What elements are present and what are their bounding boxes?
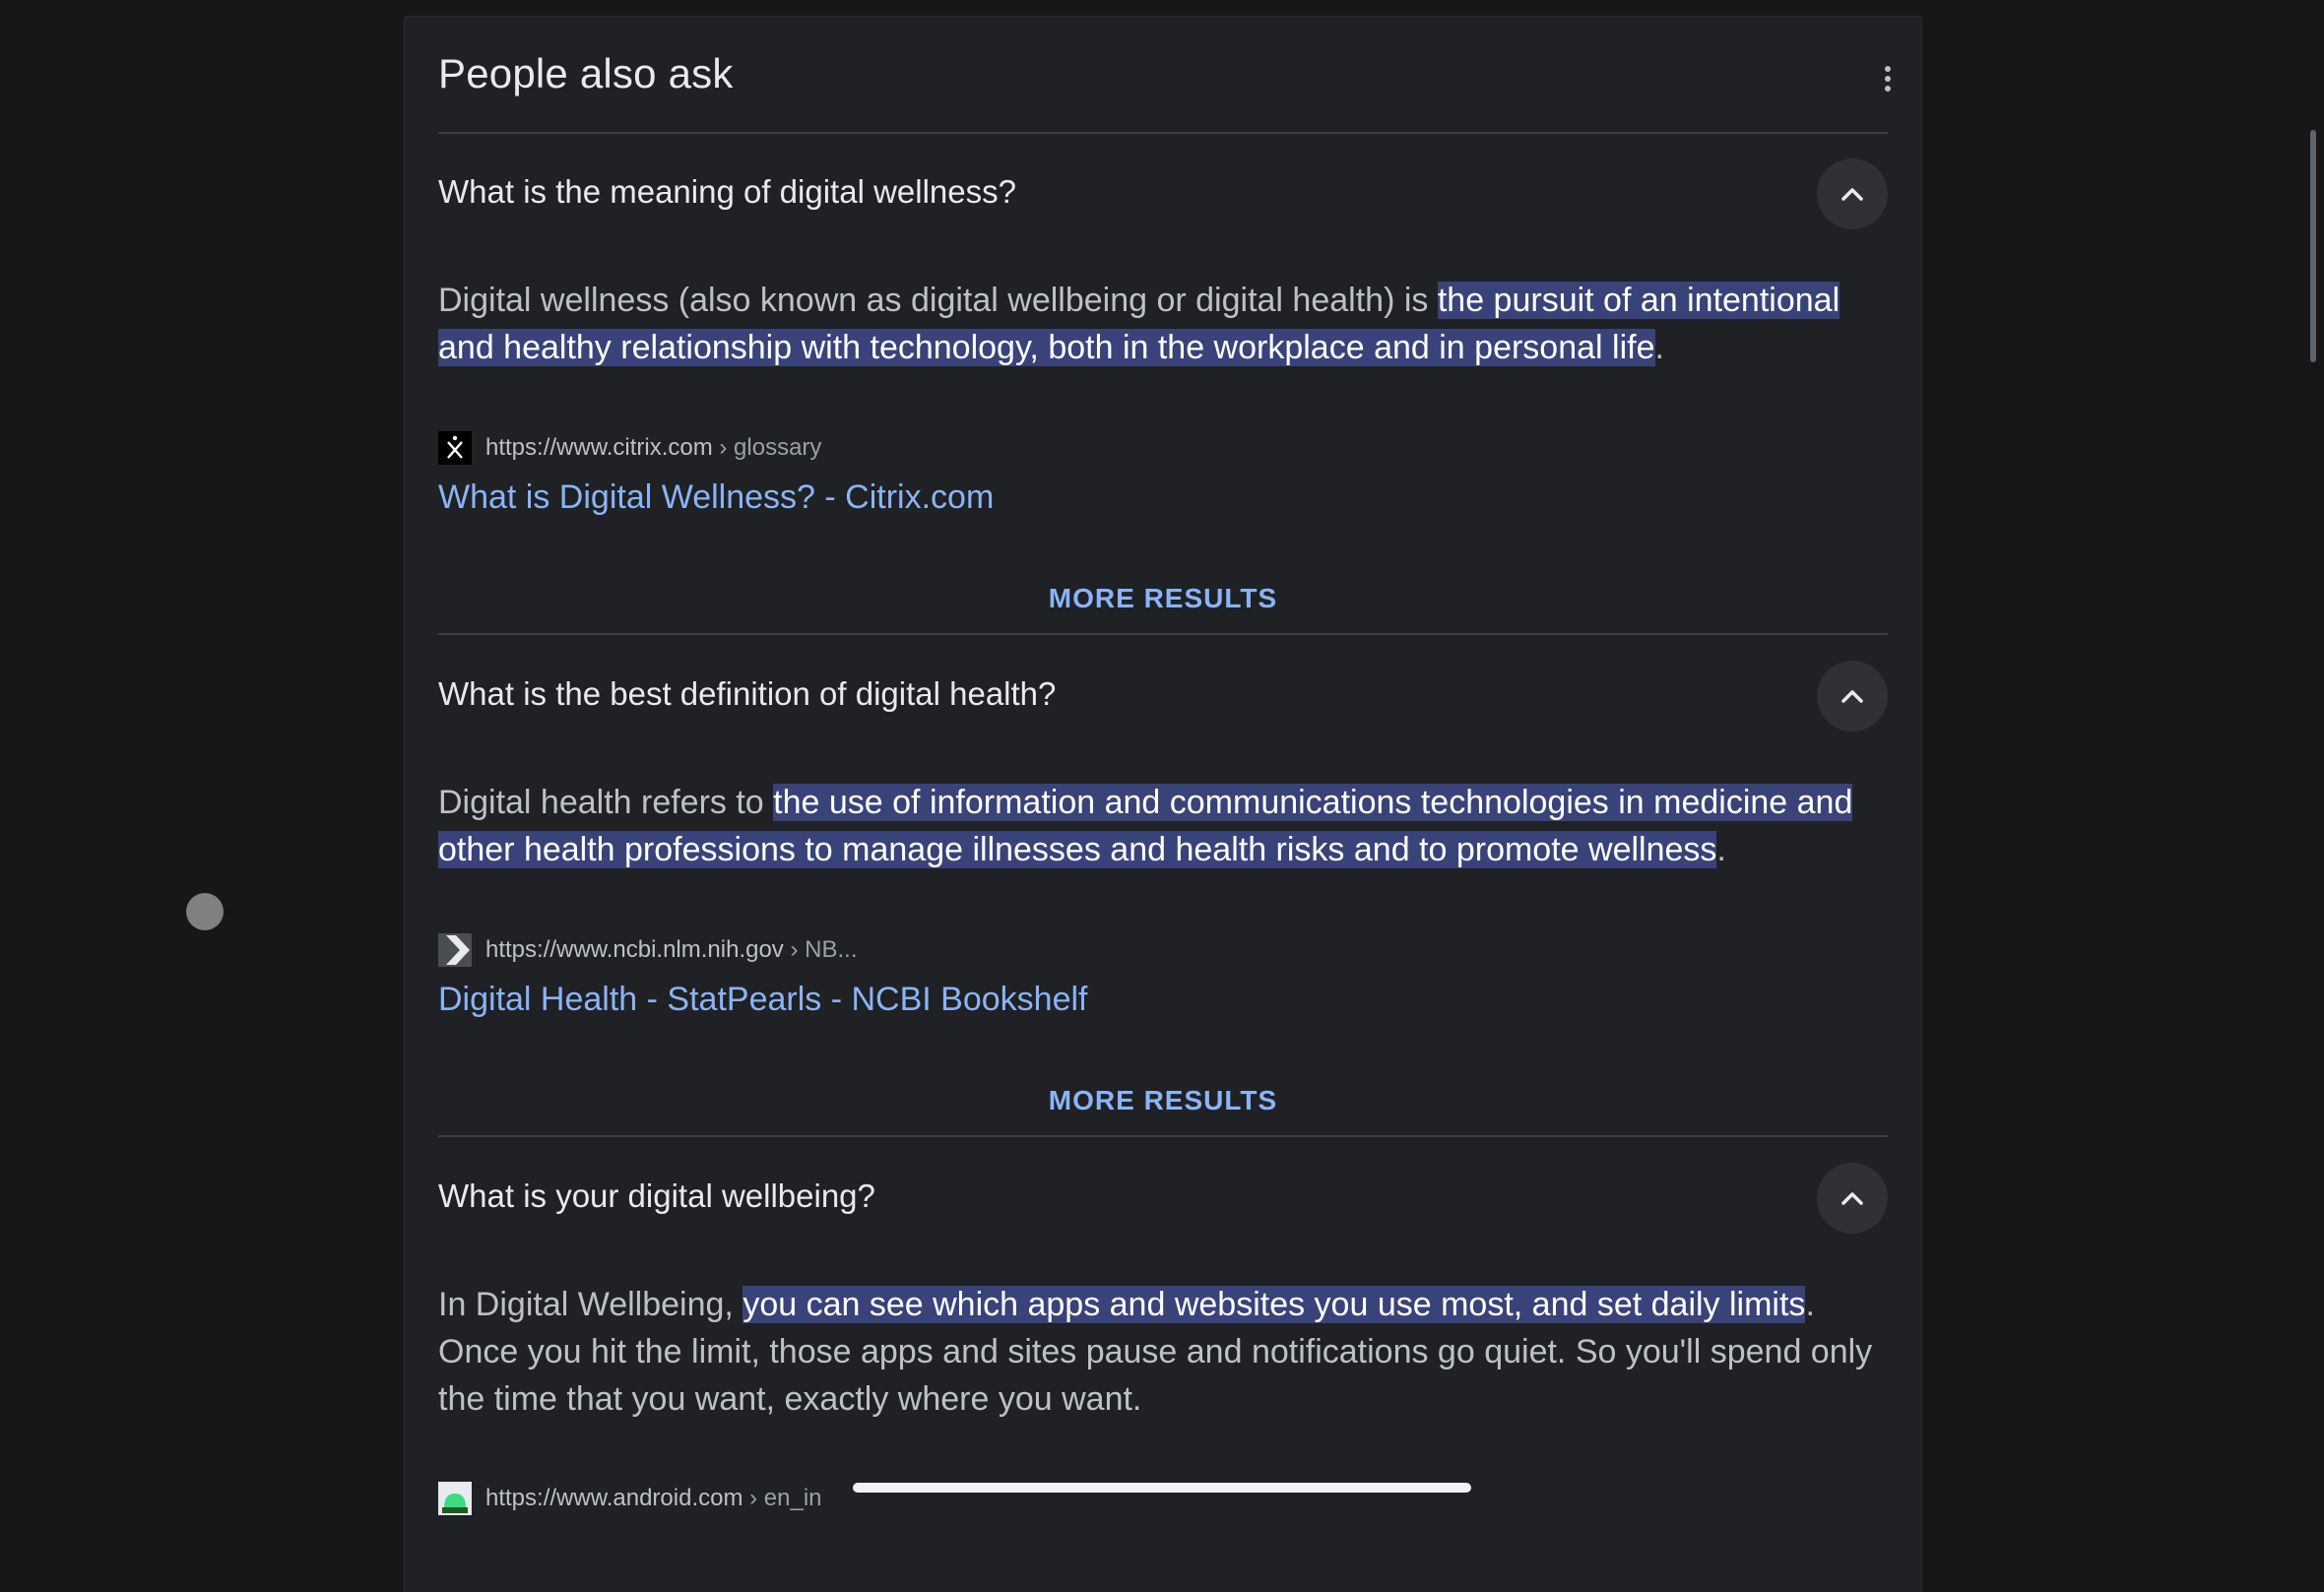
citrix-icon — [438, 431, 472, 465]
divider — [438, 633, 1888, 635]
chevron-up-icon — [1841, 188, 1863, 201]
answer-text: Digital health refers to — [438, 784, 774, 821]
answer-text: . — [1716, 831, 1726, 868]
source-breadcrumb: › glossary — [712, 434, 822, 461]
source-line[interactable]: https://www.ncbi.nlm.nih.gov › NB... — [438, 933, 857, 967]
collapse-chevron-button[interactable] — [1817, 159, 1888, 229]
scrollbar[interactable] — [2310, 130, 2316, 362]
more-results-button[interactable]: MORE RESULTS — [405, 1085, 1921, 1116]
question-text[interactable]: What is the best definition of digital h… — [438, 672, 1056, 716]
more-options-icon[interactable] — [1868, 56, 1907, 115]
chevron-up-icon — [1841, 1192, 1863, 1205]
people-also-ask-card: People also ask What is the meaning of d… — [404, 16, 1922, 1592]
answer-text: . — [1654, 329, 1664, 366]
divider — [438, 1135, 1888, 1137]
question-text[interactable]: What is your digital wellbeing? — [438, 1175, 875, 1218]
result-link[interactable]: What is Digital Wellness? - Citrix.com — [438, 476, 994, 519]
answer-snippet: Digital health refers to the use of info… — [438, 779, 1896, 873]
source-url: https://www.citrix.com — [485, 434, 713, 461]
question-text[interactable]: What is the meaning of digital wellness? — [438, 170, 1016, 214]
source-line[interactable]: https://www.citrix.com › glossary — [438, 431, 821, 465]
touch-indicator — [186, 893, 224, 930]
answer-snippet: In Digital Wellbeing, you can see which … — [438, 1281, 1896, 1423]
result-link[interactable]: Digital Health - StatPearls - NCBI Books… — [438, 978, 1087, 1021]
more-results-button[interactable]: MORE RESULTS — [405, 583, 1921, 614]
source-url: https://www.ncbi.nlm.nih.gov — [485, 936, 784, 963]
source-breadcrumb: › en_in — [742, 1485, 822, 1511]
answer-highlight: you can see which apps and websites you … — [742, 1286, 1806, 1323]
home-indicator-bar[interactable] — [853, 1483, 1471, 1493]
source-url: https://www.android.com — [485, 1485, 743, 1511]
answer-text: In Digital Wellbeing, — [438, 1286, 743, 1323]
answer-text: Digital wellness (also known as digital … — [438, 282, 1438, 319]
chevron-up-icon — [1841, 690, 1863, 703]
collapse-chevron-button[interactable] — [1817, 1163, 1888, 1234]
collapse-chevron-button[interactable] — [1817, 661, 1888, 732]
divider — [438, 132, 1888, 134]
source-breadcrumb: › NB... — [783, 936, 858, 963]
answer-snippet: Digital wellness (also known as digital … — [438, 277, 1896, 371]
section-title: People also ask — [438, 50, 734, 96]
ncbi-icon — [438, 933, 472, 967]
